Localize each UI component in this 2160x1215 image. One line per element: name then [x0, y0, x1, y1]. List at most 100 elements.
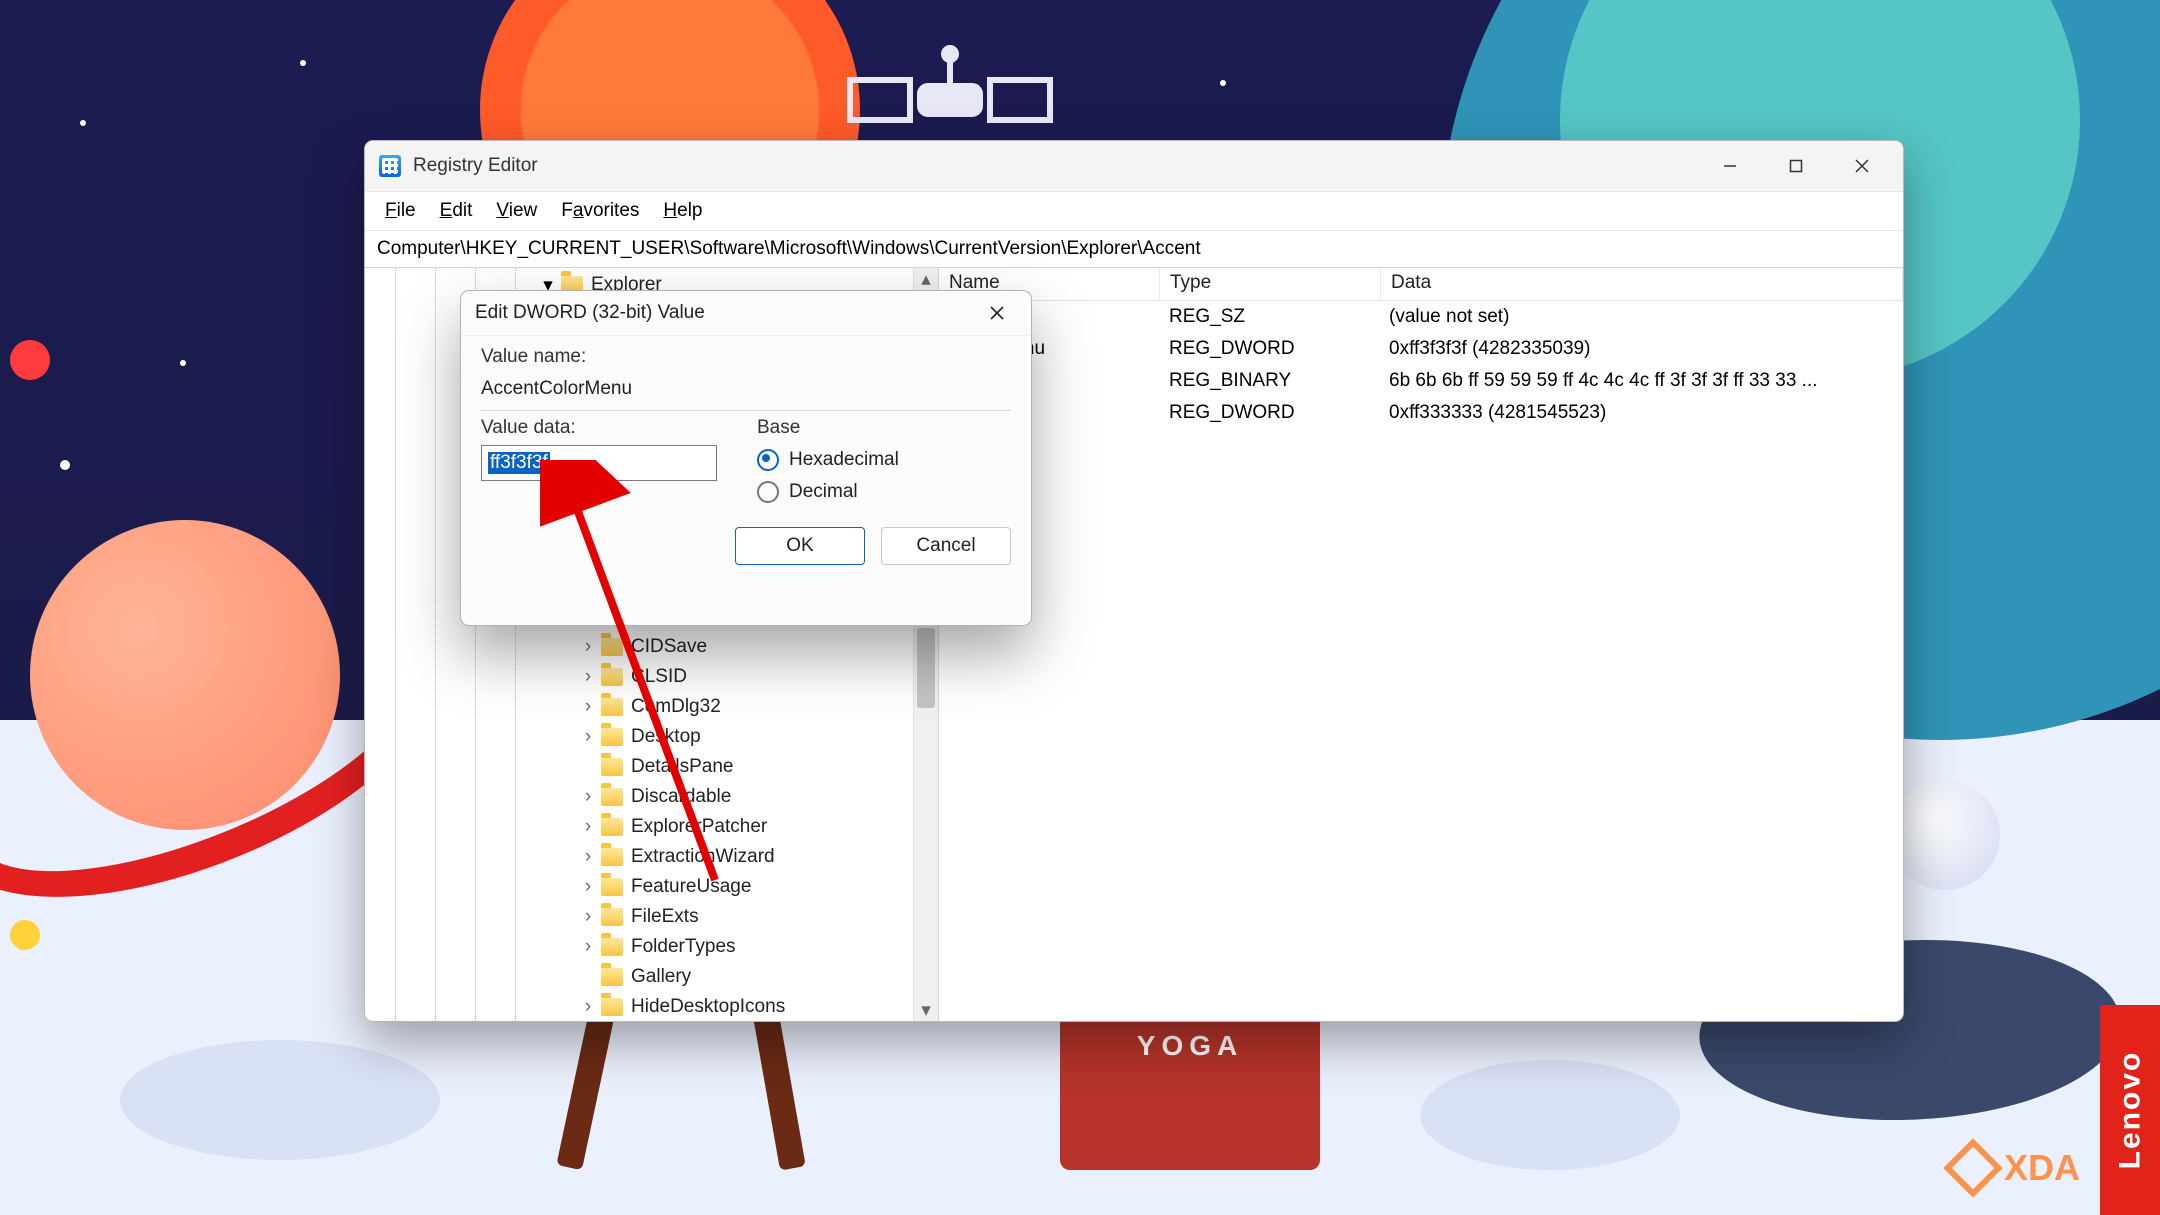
radio-hex-indicator	[757, 449, 779, 471]
dialog-title: Edit DWORD (32-bit) Value	[475, 302, 977, 324]
ok-button[interactable]: OK	[735, 527, 865, 565]
folder-icon	[601, 908, 623, 926]
tree-node[interactable]: › ExplorerPatcher	[365, 812, 938, 842]
address-input[interactable]	[375, 237, 1893, 261]
value-data-input[interactable]: ff3f3f3f	[481, 445, 717, 481]
value-data-label: Value data:	[481, 417, 717, 439]
radio-dec[interactable]: Decimal	[757, 481, 1011, 503]
chevron-right-icon[interactable]: ›	[575, 936, 601, 958]
tree-node[interactable]: › ExtractionWizard	[365, 842, 938, 872]
list-header[interactable]: Name Type Data	[939, 268, 1903, 301]
tree-node-label: FolderTypes	[631, 936, 736, 958]
folder-icon	[601, 788, 623, 806]
folder-icon	[601, 668, 623, 686]
col-type[interactable]: Type	[1160, 268, 1381, 300]
menubar: File Edit View Favorites Help	[365, 192, 1903, 231]
tree-node-label: Gallery	[631, 966, 691, 988]
cancel-button[interactable]: Cancel	[881, 527, 1011, 565]
folder-icon	[601, 878, 623, 896]
value-data: 0xff3f3f3f (4282335039)	[1379, 338, 1903, 360]
value-type: REG_DWORD	[1159, 402, 1379, 424]
tree-node-label: CIDSave	[631, 636, 707, 658]
tree-node-label: FeatureUsage	[631, 876, 751, 898]
tree-node[interactable]: › CIDSave	[365, 632, 938, 662]
folder-icon	[601, 638, 623, 656]
scroll-up-icon[interactable]: ▴	[914, 268, 938, 290]
regedit-icon	[379, 155, 401, 177]
chevron-right-icon[interactable]: ›	[575, 816, 601, 838]
value-type: REG_SZ	[1159, 306, 1379, 328]
tree-node[interactable]: › FeatureUsage	[365, 872, 938, 902]
chevron-right-icon[interactable]: ›	[575, 996, 601, 1018]
chevron-right-icon[interactable]: ›	[575, 696, 601, 718]
chevron-right-icon[interactable]: ›	[575, 846, 601, 868]
folder-icon	[601, 758, 623, 776]
col-data[interactable]: Data	[1381, 268, 1903, 300]
value-name-field[interactable]: AccentColorMenu	[481, 374, 1011, 411]
value-data-text: ff3f3f3f	[488, 452, 550, 474]
chevron-right-icon[interactable]: ›	[575, 636, 601, 658]
value-type: REG_BINARY	[1159, 370, 1379, 392]
tree-node[interactable]: Gallery	[365, 962, 938, 992]
close-button[interactable]	[1829, 141, 1895, 191]
value-data: 0xff333333 (4281545523)	[1379, 402, 1903, 424]
folder-icon	[601, 698, 623, 716]
chevron-right-icon[interactable]: ›	[575, 876, 601, 898]
minimize-button[interactable]	[1697, 141, 1763, 191]
folder-icon	[601, 968, 623, 986]
tree-node-label: FileExts	[631, 906, 699, 928]
chevron-right-icon[interactable]: ›	[575, 906, 601, 928]
dialog-close-button[interactable]	[977, 293, 1017, 333]
maximize-button[interactable]	[1763, 141, 1829, 191]
chevron-right-icon[interactable]: ›	[575, 666, 601, 688]
chevron-right-icon[interactable]: ›	[575, 786, 601, 808]
base-label: Base	[757, 417, 1011, 439]
tree-node-label: DetailsPane	[631, 756, 733, 778]
menu-favorites[interactable]: Favorites	[551, 196, 649, 226]
tree-node[interactable]: › ComDlg32	[365, 692, 938, 722]
address-bar[interactable]	[365, 231, 1903, 268]
folder-icon	[601, 728, 623, 746]
lenovo-badge: Lenovo	[2100, 1005, 2160, 1215]
list-row[interactable]: AccentColorMenuREG_DWORD0xff3f3f3f (4282…	[939, 333, 1903, 365]
menu-edit[interactable]: Edit	[430, 196, 483, 226]
value-type: REG_DWORD	[1159, 338, 1379, 360]
value-list[interactable]: Name Type Data (Default)REG_SZ(value not…	[939, 268, 1903, 1021]
list-row[interactable]: (Default)REG_SZ(value not set)	[939, 301, 1903, 333]
chevron-right-icon[interactable]: ›	[575, 726, 601, 748]
tree-node-label: Discardable	[631, 786, 731, 808]
tree-node-label: HideDesktopIcons	[631, 996, 785, 1018]
radio-hex[interactable]: Hexadecimal	[757, 449, 1011, 471]
tree-node[interactable]: › Discardable	[365, 782, 938, 812]
scroll-thumb[interactable]	[917, 628, 935, 708]
menu-help[interactable]: Help	[653, 196, 712, 226]
tree-node[interactable]: › CLSID	[365, 662, 938, 692]
value-name-label: Value name:	[481, 346, 1011, 368]
edit-dword-dialog: Edit DWORD (32-bit) Value Value name: Ac…	[460, 290, 1032, 626]
menu-view[interactable]: View	[486, 196, 547, 226]
value-data: (value not set)	[1379, 306, 1903, 328]
tree-node[interactable]: › HideDesktopIcons	[365, 992, 938, 1021]
value-data: 6b 6b 6b ff 59 59 59 ff 4c 4c 4c ff 3f 3…	[1379, 370, 1903, 392]
xda-logo-icon	[1943, 1138, 2002, 1197]
tree-node[interactable]: › FolderTypes	[365, 932, 938, 962]
tree-node[interactable]: › Desktop	[365, 722, 938, 752]
tree-node-label: ComDlg32	[631, 696, 721, 718]
xda-watermark: XDA	[1952, 1147, 2080, 1189]
list-row[interactable]: AccentPaletteREG_BINARY6b 6b 6b ff 59 59…	[939, 365, 1903, 397]
folder-icon	[601, 818, 623, 836]
tree-node-label: CLSID	[631, 666, 687, 688]
tree-node[interactable]: › FileExts	[365, 902, 938, 932]
tree-node-label: ExtractionWizard	[631, 846, 775, 868]
folder-icon	[601, 848, 623, 866]
folder-icon	[601, 998, 623, 1016]
scroll-down-icon[interactable]: ▾	[914, 999, 938, 1021]
titlebar[interactable]: Registry Editor	[365, 141, 1903, 192]
tree-node-label: Desktop	[631, 726, 701, 748]
tree-node-label: ExplorerPatcher	[631, 816, 767, 838]
list-row[interactable]: StartColorMenuREG_DWORD0xff333333 (42815…	[939, 397, 1903, 429]
tree-node[interactable]: DetailsPane	[365, 752, 938, 782]
window-title: Registry Editor	[413, 155, 538, 177]
radio-dec-indicator	[757, 481, 779, 503]
menu-file[interactable]: File	[375, 196, 426, 226]
